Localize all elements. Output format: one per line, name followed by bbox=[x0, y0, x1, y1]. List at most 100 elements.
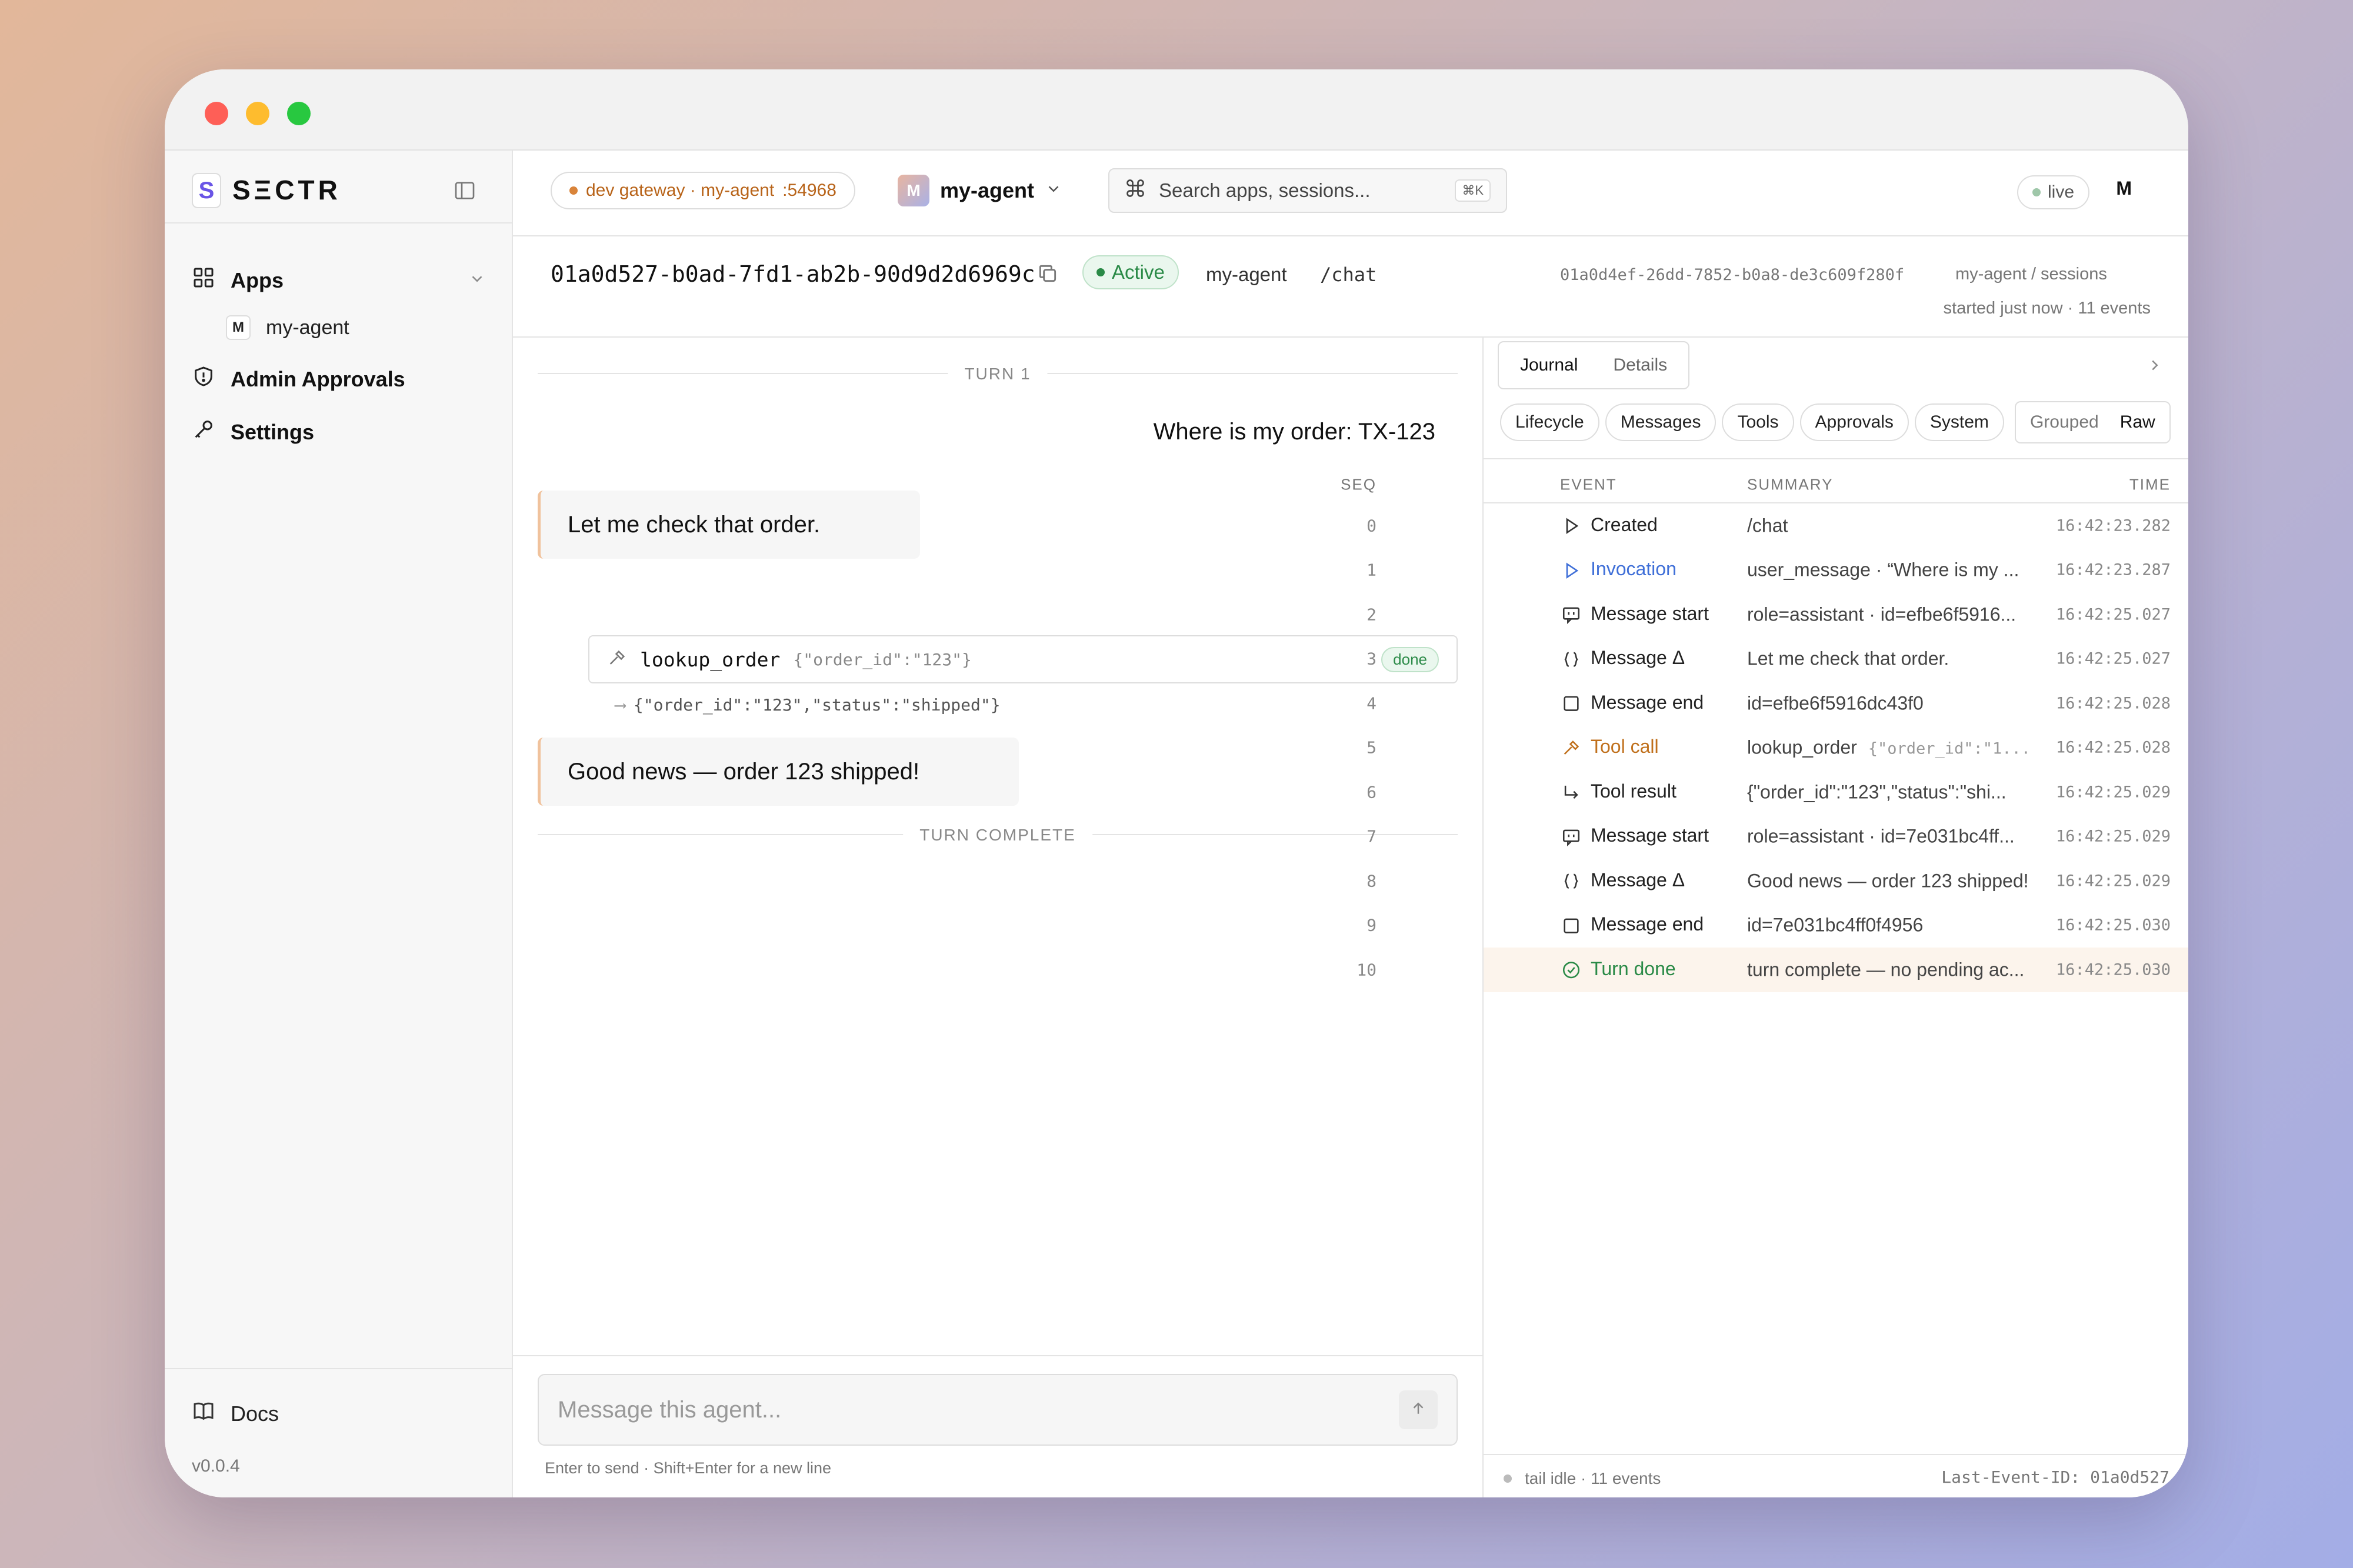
row-event-label: Tool result bbox=[1591, 780, 1677, 802]
row-seq: 4 bbox=[1367, 693, 1377, 713]
sidebar-item-label: my-agent bbox=[266, 316, 349, 339]
brand-name: SΞCTR bbox=[232, 175, 341, 205]
filter-approvals[interactable]: Approvals bbox=[1799, 403, 1909, 441]
col-summary: SUMMARY bbox=[1747, 475, 1834, 493]
chevron-down-icon[interactable] bbox=[468, 268, 486, 293]
tail-status: tail idle · 11 events bbox=[1525, 1469, 1661, 1487]
check-circle-icon bbox=[1560, 959, 1582, 982]
close-window-button[interactable] bbox=[205, 102, 228, 125]
row-event-label: Message Δ bbox=[1591, 647, 1685, 669]
journal-row[interactable]: 6 Tool result {"order_id":"123","status":"… bbox=[1367, 770, 2188, 815]
composer-divider bbox=[513, 1355, 1482, 1356]
row-event-label: Message end bbox=[1591, 691, 1704, 713]
row-summary-text: id=efbe6f5916dc43f0 bbox=[1747, 692, 1924, 714]
tool-name: lookup_order bbox=[640, 648, 781, 671]
journal-row[interactable]: 5 Tool call lookup_order {"order_id":"1...… bbox=[1367, 726, 2188, 770]
row-event: Invocation bbox=[1560, 558, 1677, 582]
row-time: 16:42:25.028 bbox=[2055, 738, 2171, 757]
brand-logo: S bbox=[192, 173, 221, 208]
row-event-label: Message end bbox=[1591, 913, 1704, 935]
arrow-up-icon bbox=[1409, 1397, 1427, 1423]
row-seq: 3 bbox=[1367, 649, 1377, 669]
row-summary-text: {"order_id":"123","status":"shi... bbox=[1747, 781, 2007, 803]
journal-row[interactable]: 7 Message start role=assistant · id=7e031b… bbox=[1367, 815, 2188, 859]
journal-row[interactable]: 3 Message Δ Let me check that order. 16:42:… bbox=[1367, 637, 2188, 682]
search-bar[interactable]: Search apps, sessions... ⌘K bbox=[1108, 168, 1507, 213]
sidebar-item-label: Settings bbox=[231, 419, 315, 444]
filter-messages[interactable]: Messages bbox=[1605, 403, 1717, 441]
sidebar-item-admin-approvals[interactable]: Admin Approvals bbox=[192, 365, 405, 393]
journal-row[interactable]: 0 Created/chat 16:42:23.282 bbox=[1367, 503, 2188, 548]
shield-icon bbox=[192, 365, 215, 393]
send-button[interactable] bbox=[1399, 1390, 1438, 1429]
journal-row[interactable]: 1 Invocation user_message · “Where is my .… bbox=[1367, 548, 2188, 593]
row-summary: id=efbe6f5916dc43f0 bbox=[1747, 692, 1924, 714]
row-summary: Good news — order 123 shipped! bbox=[1747, 870, 2029, 892]
filter-lifecycle[interactable]: Lifecycle bbox=[1500, 403, 1599, 441]
row-time: 16:42:25.030 bbox=[2055, 916, 2171, 935]
tool-status-badge: done bbox=[1381, 646, 1439, 672]
journal-row[interactable]: 8 Message Δ Good news — order 123 shipped!… bbox=[1367, 859, 2188, 903]
agent-selector[interactable]: M my-agent bbox=[898, 172, 1062, 209]
gateway-status-dot bbox=[569, 186, 578, 195]
tool-args: {"order_id":"123"} bbox=[793, 649, 972, 669]
row-time: 16:42:25.027 bbox=[2055, 605, 2171, 624]
tab-journal[interactable]: Journal bbox=[1502, 349, 1596, 381]
row-event-label: Tool call bbox=[1591, 736, 1659, 758]
user-avatar[interactable]: M bbox=[2116, 178, 2132, 199]
search-shortcut: ⌘K bbox=[1455, 179, 1491, 202]
journal-row[interactable]: 10 Turn done turn complete — no pending ac… bbox=[1357, 948, 2188, 992]
journal-row[interactable]: 4 Message end id=efbe6f5916dc43f0 16:42:25.… bbox=[1367, 681, 2188, 726]
command-icon bbox=[1125, 178, 1146, 203]
zoom-window-button[interactable] bbox=[287, 102, 311, 125]
row-event-label: Message Δ bbox=[1591, 869, 1685, 890]
row-seq: 10 bbox=[1357, 960, 1377, 980]
docs-link[interactable]: Docs bbox=[192, 1399, 279, 1428]
gateway-pill[interactable]: dev gateway · my-agent :54968 bbox=[551, 172, 855, 209]
row-summary: id=7e031bc4ff0f4956 bbox=[1747, 915, 1923, 936]
tool-call-card[interactable]: lookup_order {"order_id":"123"} done bbox=[588, 635, 1458, 683]
session-route: /chat bbox=[1320, 263, 1377, 286]
journal-row[interactable]: 2 Message start role=assistant · id=efbe6f… bbox=[1367, 592, 2188, 637]
journal-footer-divider bbox=[1484, 1454, 2188, 1455]
breadcrumb[interactable]: my-agent / sessions bbox=[1955, 265, 2107, 284]
sidebar-item-settings[interactable]: Settings bbox=[192, 418, 314, 446]
journal-filters: Lifecycle Messages Tools Approvals Syste… bbox=[1500, 401, 2171, 443]
turn-complete-divider: TURN COMPLETE bbox=[538, 826, 1458, 845]
journal-row[interactable]: 9 Message end id=7e031bc4ff0f4956 16:42:25.… bbox=[1367, 903, 2188, 948]
tool-result-text: {"order_id":"123","status":"shipped"} bbox=[633, 695, 1001, 715]
live-badge: live bbox=[2017, 175, 2089, 209]
search-placeholder: Search apps, sessions... bbox=[1159, 179, 1371, 201]
row-summary-text: user_message · “Where is my ... bbox=[1747, 559, 2019, 581]
sidebar-bottom-divider bbox=[165, 1368, 513, 1369]
assistant-message: Good news — order 123 shipped! bbox=[538, 738, 1019, 806]
chat-bubble-icon bbox=[1560, 826, 1582, 848]
row-event: Message end bbox=[1560, 692, 1704, 715]
row-summary: role=assistant · id=efbe6f5916... bbox=[1747, 603, 2016, 625]
sidebar-item-my-agent[interactable]: M my-agent bbox=[226, 315, 349, 340]
turn-divider: TURN 1 bbox=[538, 365, 1458, 383]
row-summary: {"order_id":"123","status":"shi... bbox=[1747, 781, 2007, 803]
row-event-label: Message start bbox=[1591, 602, 1709, 624]
message-input[interactable] bbox=[558, 1396, 1399, 1423]
sidebar-toggle-icon[interactable] bbox=[453, 179, 476, 205]
chevron-right-icon[interactable] bbox=[2146, 356, 2164, 377]
copy-icon[interactable] bbox=[1036, 262, 1059, 288]
sidebar-item-apps[interactable]: Apps bbox=[192, 266, 486, 295]
row-seq: 7 bbox=[1367, 826, 1377, 846]
filter-system[interactable]: System bbox=[1914, 403, 2004, 441]
view-raw[interactable]: Raw bbox=[2109, 412, 2166, 432]
tab-details[interactable]: Details bbox=[1595, 349, 1685, 381]
journal-header-row: SEQ EVENT SUMMARY TIME bbox=[1341, 473, 2188, 496]
row-seq: 5 bbox=[1367, 738, 1377, 758]
row-event: Message Δ bbox=[1560, 647, 1685, 670]
hammer-icon bbox=[607, 648, 627, 671]
row-event: Message start bbox=[1560, 603, 1709, 626]
row-seq: 0 bbox=[1367, 516, 1377, 536]
agent-name: my-agent bbox=[940, 178, 1035, 202]
filter-tools[interactable]: Tools bbox=[1722, 403, 1794, 441]
col-event: EVENT bbox=[1560, 475, 1617, 493]
docs-label: Docs bbox=[231, 1401, 279, 1426]
view-grouped[interactable]: Grouped bbox=[2019, 412, 2109, 432]
minimize-window-button[interactable] bbox=[246, 102, 269, 125]
